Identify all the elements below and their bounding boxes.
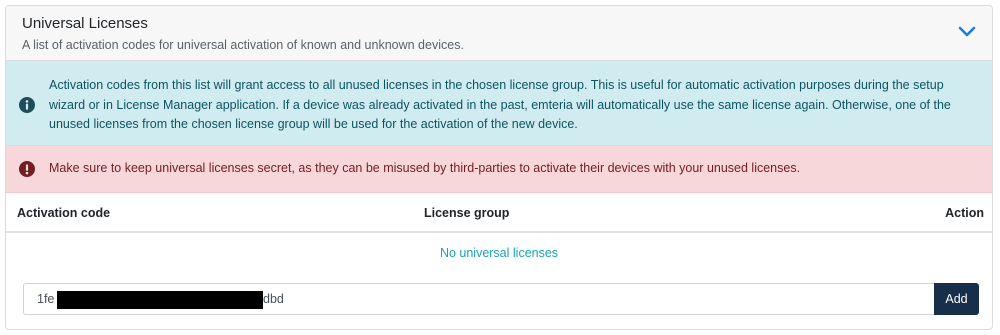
add-button[interactable]: Add — [934, 283, 979, 315]
column-header-action: Action — [945, 206, 984, 220]
danger-alert: Make sure to keep universal licenses sec… — [6, 146, 992, 193]
redaction-bar — [57, 291, 263, 309]
add-license-form: 1fe dbd Add — [23, 283, 979, 315]
universal-licenses-card: Universal Licenses A list of activation … — [5, 5, 993, 330]
activation-code-value-start: 1fe — [37, 292, 55, 306]
activation-code-input[interactable]: 1fe dbd — [23, 283, 935, 315]
empty-table-message: No universal licenses — [439, 246, 559, 260]
empty-table-row: No universal licenses — [6, 233, 992, 273]
card-header[interactable]: Universal Licenses A list of activation … — [6, 6, 992, 61]
info-circle-icon — [19, 97, 35, 113]
card-subtitle: A list of activation codes for universal… — [22, 38, 464, 52]
column-header-license-group: License group — [424, 206, 510, 220]
table-header: Activation code License group Action — [6, 193, 992, 233]
info-alert-text: Activation codes from this list will gra… — [49, 78, 951, 131]
danger-alert-text: Make sure to keep universal licenses sec… — [49, 161, 801, 175]
column-header-activation-code: Activation code — [17, 206, 111, 220]
activation-code-value-end: dbd — [263, 292, 284, 306]
card-title: Universal Licenses — [22, 15, 148, 32]
exclamation-circle-icon — [19, 161, 35, 177]
info-alert: Activation codes from this list will gra… — [6, 61, 992, 146]
chevron-down-icon[interactable] — [956, 20, 978, 42]
